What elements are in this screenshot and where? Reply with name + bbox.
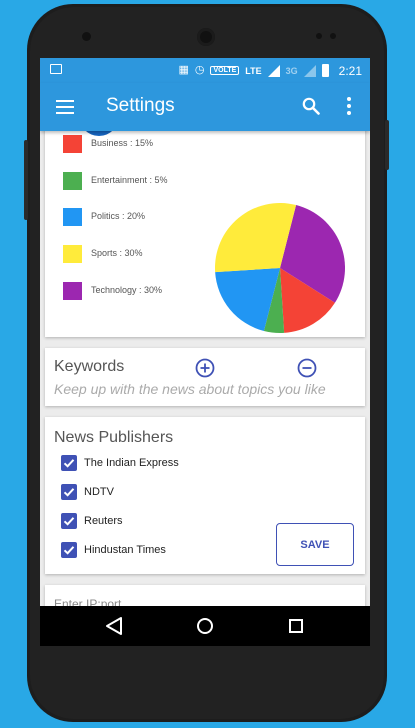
ip-card: Enter IP:port [45, 585, 365, 606]
legend-label: Entertainment : 5% [91, 175, 168, 185]
add-keyword-icon[interactable] [195, 358, 215, 378]
signal-icon [267, 64, 280, 77]
publishers-card: News Publishers The Indian Express NDTV … [45, 417, 365, 574]
overflow-menu-icon[interactable] [342, 97, 356, 117]
app-bar: Settings [40, 83, 370, 131]
remove-keyword-icon[interactable] [297, 358, 317, 378]
recents-icon[interactable] [276, 606, 316, 646]
volume-button [24, 140, 28, 220]
proximity-sensor [316, 33, 322, 39]
legend-swatch [63, 172, 82, 190]
device-screen: ▦ ◷ VOLTE LTE 3G 2:21 Settings Business … [40, 58, 370, 606]
legend-label: Politics : 20% [91, 211, 146, 221]
legend-label: Technology : 30% [91, 285, 163, 295]
alarm-icon: ◷ [194, 64, 205, 76]
power-button [385, 120, 389, 170]
front-camera [82, 32, 91, 41]
legend-swatch [63, 245, 82, 263]
status-time: 2:21 [338, 63, 362, 78]
keywords-input[interactable]: Keep up with the news about topics you l… [54, 381, 326, 397]
signal-secondary-icon [303, 64, 316, 77]
checkbox-checked-icon [61, 513, 77, 529]
battery-icon [321, 64, 329, 77]
checkbox-checked-icon [61, 455, 77, 471]
navigation-bar [40, 606, 370, 646]
search-icon[interactable] [302, 97, 320, 115]
legend-swatch [63, 135, 82, 153]
page-title: Settings [106, 95, 175, 116]
light-sensor [330, 33, 336, 39]
save-button[interactable]: SAVE [276, 523, 354, 566]
lte-label: LTE [245, 65, 262, 76]
gallery-notification-icon [50, 64, 62, 74]
checkbox-checked-icon [61, 542, 77, 558]
earpiece-speaker [197, 28, 215, 46]
legend-swatch [63, 282, 82, 300]
legend-label: Business : 15% [91, 138, 154, 148]
menu-icon[interactable] [56, 100, 74, 114]
checkbox-checked-icon [61, 484, 77, 500]
ip-port-input[interactable]: Enter IP:port [54, 597, 121, 606]
3g-label: 3G [285, 65, 298, 76]
legend-label: Sports : 30% [91, 248, 143, 258]
keywords-card: Keywords Keep up with the news about top… [45, 348, 365, 406]
home-icon[interactable] [185, 606, 225, 646]
pie-chart [215, 203, 346, 334]
vibrate-icon: ▦ [178, 64, 189, 76]
status-bar: ▦ ◷ VOLTE LTE 3G 2:21 [40, 58, 370, 83]
publisher-label: The Indian Express [84, 457, 179, 469]
publisher-label: NDTV [84, 486, 114, 498]
category-chart-card: Business : 15% Entertainment : 5% Politics… [45, 96, 365, 337]
publisher-label: Hindustan Times [84, 544, 166, 556]
volte-badge: VOLTE [210, 66, 240, 75]
publishers-title: News Publishers [54, 429, 174, 446]
keywords-title: Keywords [54, 358, 125, 375]
back-icon[interactable] [94, 606, 134, 646]
publisher-label: Reuters [84, 515, 123, 527]
legend-swatch [63, 208, 82, 226]
